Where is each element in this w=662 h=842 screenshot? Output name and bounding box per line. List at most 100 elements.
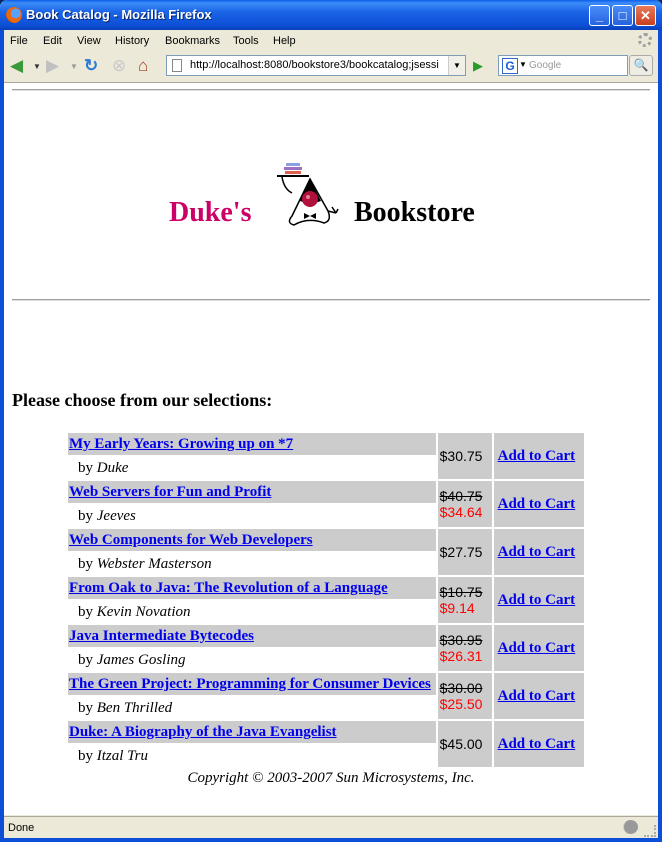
book-title-cell: Duke: A Biography of the Java Evangelist — [68, 721, 436, 743]
store-banner: Duke's Bookstore — [4, 161, 658, 231]
status-bar: Done — [4, 816, 658, 839]
menu-view[interactable]: View — [77, 35, 101, 47]
add-to-cart-link[interactable]: Add to Cart — [498, 688, 576, 704]
url-bar[interactable]: http://localhost:8080/bookstore3/bookcat… — [166, 55, 466, 76]
back-dropdown-icon[interactable]: ▼ — [33, 62, 41, 71]
book-row: My Early Years: Growing up on *7 $30.75 A… — [68, 433, 584, 479]
forward-icon[interactable]: ▶ — [46, 57, 59, 75]
by-label: by — [78, 651, 93, 668]
book-title-cell: From Oak to Java: The Revolution of a La… — [68, 577, 436, 599]
price: $30.75 — [439, 448, 483, 464]
banner-dukes: Duke's — [169, 197, 252, 228]
add-to-cart-link[interactable]: Add to Cart — [498, 496, 576, 512]
add-to-cart-link[interactable]: Add to Cart — [498, 736, 576, 752]
menu-help[interactable]: Help — [273, 35, 296, 47]
book-row: From Oak to Java: The Revolution of a La… — [68, 577, 584, 623]
by-label: by — [78, 603, 93, 620]
book-title-link[interactable]: My Early Years: Growing up on *7 — [69, 436, 293, 452]
banner-bookstore: Bookstore — [354, 197, 475, 228]
window-frame-bottom — [0, 838, 662, 842]
copyright-notice: Copyright © 2003-2007 Sun Microsystems, … — [187, 770, 475, 786]
book-catalog-table: My Early Years: Growing up on *7 $30.75 A… — [66, 431, 586, 769]
book-row: Java Intermediate Bytecodes $30.95 $26.31… — [68, 625, 584, 671]
stop-icon[interactable]: ⊗ — [112, 57, 126, 75]
cart-cell: Add to Cart — [493, 481, 584, 527]
price-cell: $10.75 $9.14 — [437, 577, 492, 623]
price-cell: $30.95 $26.31 — [437, 625, 492, 671]
book-title-link[interactable]: Web Components for Web Developers — [69, 532, 313, 548]
cart-cell: Add to Cart — [493, 577, 584, 623]
by-label: by — [78, 555, 93, 572]
book-row: Duke: A Biography of the Java Evangelist… — [68, 721, 584, 767]
back-icon[interactable]: ◀ — [10, 57, 23, 75]
book-title-link[interactable]: The Green Project: Programming for Consu… — [69, 676, 431, 692]
url-input[interactable]: http://localhost:8080/bookstore3/bookcat… — [190, 59, 445, 71]
add-to-cart-link[interactable]: Add to Cart — [498, 640, 576, 656]
author-cell: by Itzal Tru — [68, 745, 436, 767]
status-text: Done — [8, 822, 35, 834]
sale-price: $26.31 — [439, 648, 483, 664]
search-box[interactable]: G ▼ Google — [498, 55, 628, 76]
title-bar[interactable]: Book Catalog - Mozilla Firefox _ □ ✕ — [0, 0, 662, 30]
sale-price: $9.14 — [439, 600, 475, 616]
author-name: Kevin Novation — [96, 603, 191, 620]
navigation-toolbar: ◀ ▼ ▶ ▼ ↻ ⊗ ⌂ http://localhost:8080/book… — [4, 53, 658, 81]
menu-edit[interactable]: Edit — [43, 35, 62, 47]
page-icon — [172, 59, 182, 72]
original-price: $40.75 — [439, 488, 483, 504]
author-name: Duke — [96, 459, 129, 476]
author-cell: by James Gosling — [68, 649, 436, 671]
cart-cell: Add to Cart — [493, 529, 584, 575]
menu-bookmarks[interactable]: Bookmarks — [165, 35, 220, 47]
maximize-button[interactable]: □ — [612, 5, 633, 26]
selection-prompt: Please choose from our selections: — [12, 390, 273, 410]
book-title-cell: Web Components for Web Developers — [68, 529, 436, 551]
add-to-cart-link[interactable]: Add to Cart — [498, 544, 576, 560]
reload-icon[interactable]: ↻ — [84, 57, 98, 75]
price: $27.75 — [439, 544, 483, 560]
search-button[interactable]: 🔍 — [629, 55, 653, 76]
author-name: Ben Thrilled — [96, 699, 173, 716]
close-button[interactable]: ✕ — [635, 5, 656, 26]
cart-cell: Add to Cart — [493, 721, 584, 767]
price-cell: $45.00 — [437, 721, 492, 767]
google-engine-icon[interactable]: G — [502, 58, 518, 74]
author-name: Webster Masterson — [96, 555, 212, 572]
by-label: by — [78, 507, 93, 524]
url-dropdown-icon[interactable]: ▼ — [448, 56, 465, 75]
by-label: by — [78, 459, 93, 476]
book-row: Web Components for Web Developers $27.75… — [68, 529, 584, 575]
price: $45.00 — [439, 736, 483, 752]
book-title-link[interactable]: Duke: A Biography of the Java Evangelist — [69, 724, 337, 740]
forward-dropdown-icon[interactable]: ▼ — [70, 62, 78, 71]
window-frame-left — [0, 30, 4, 842]
window-frame-right — [658, 30, 662, 842]
book-title-link[interactable]: From Oak to Java: The Revolution of a La… — [69, 580, 388, 596]
cart-cell: Add to Cart — [493, 673, 584, 719]
add-to-cart-link[interactable]: Add to Cart — [498, 592, 576, 608]
engine-dropdown-icon[interactable]: ▼ — [519, 60, 527, 69]
book-title-link[interactable]: Web Servers for Fun and Profit — [69, 484, 271, 500]
add-to-cart-link[interactable]: Add to Cart — [498, 448, 576, 464]
minimize-button[interactable]: _ — [589, 5, 610, 26]
book-title-cell: Java Intermediate Bytecodes — [68, 625, 436, 647]
home-icon[interactable]: ⌂ — [138, 57, 148, 75]
resize-grip[interactable] — [644, 825, 656, 837]
go-button[interactable]: ▶ — [468, 56, 488, 75]
menu-history[interactable]: History — [115, 35, 149, 47]
sale-price: $34.64 — [439, 504, 483, 520]
menu-file[interactable]: File — [10, 35, 28, 47]
book-title-cell: Web Servers for Fun and Profit — [68, 481, 436, 503]
author-name: Jeeves — [96, 507, 136, 524]
sale-price: $25.50 — [439, 696, 483, 712]
page-content: Duke's Bookstore Please choose from our … — [4, 82, 658, 815]
author-name: Itzal Tru — [96, 747, 149, 764]
search-input[interactable]: Google — [529, 60, 561, 71]
duke-mascot-icon — [277, 163, 339, 226]
book-title-link[interactable]: Java Intermediate Bytecodes — [69, 628, 254, 644]
menu-tools[interactable]: Tools — [233, 35, 259, 47]
author-cell: by Jeeves — [68, 505, 436, 527]
firefox-icon — [6, 7, 22, 23]
original-price: $30.95 — [439, 632, 483, 648]
book-row: The Green Project: Programming for Consu… — [68, 673, 584, 719]
